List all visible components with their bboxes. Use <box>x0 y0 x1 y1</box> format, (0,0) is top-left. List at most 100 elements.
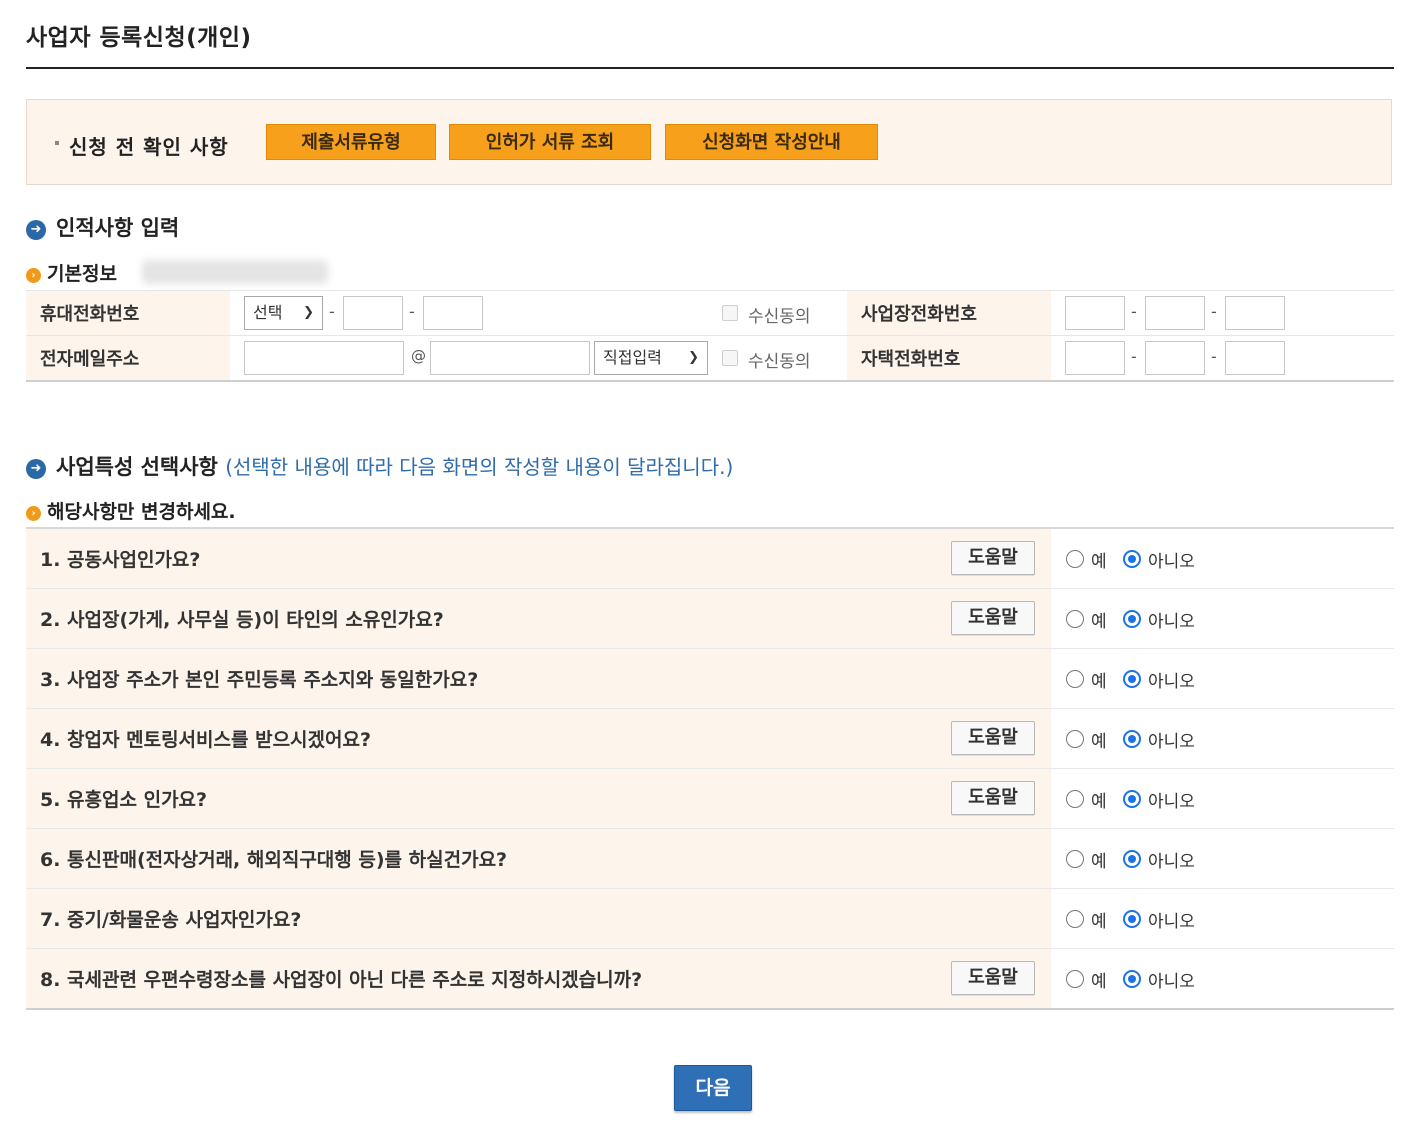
email-row: 전자메일주소 @ 직접입력 ❯ 수신동의 자택전화번호 - - <box>26 335 1394 382</box>
no-radio[interactable] <box>1123 550 1141 568</box>
business-phone-first-input[interactable] <box>1065 296 1125 330</box>
business-phone-label: 사업장전화번호 <box>847 290 1051 336</box>
mobile-consent-label: 수신동의 <box>748 307 811 327</box>
business-phone-middle-input[interactable] <box>1145 296 1205 330</box>
yes-radio[interactable] <box>1066 610 1084 628</box>
help-button[interactable]: 도움말 <box>951 541 1035 575</box>
yes-radio[interactable] <box>1066 670 1084 688</box>
email-domain-select[interactable]: 직접입력 ❯ <box>594 341 708 375</box>
permit-documents-lookup-button[interactable]: 인허가 서류 조회 <box>449 124 651 160</box>
chevron-down-icon: ❯ <box>688 350 699 365</box>
mobile-row: 휴대전화번호 선택 ❯ - - 수신동의 사업장전화번호 - - <box>26 290 1394 336</box>
help-button[interactable]: 도움말 <box>951 961 1035 995</box>
yes-label: 예 <box>1091 612 1107 632</box>
business-heading-note: (선택한 내용에 따라 다음 화면의 작성할 내용이 달라집니다.) <box>225 455 734 479</box>
pre-check-notice-box: 신청 전 확인 사항 제출서류유형 인허가 서류 조회 신청화면 작성안내 <box>26 99 1392 185</box>
basic-info-text: 기본정보 <box>47 263 117 285</box>
dash-separator: - <box>1211 302 1217 321</box>
page-title: 사업자 등록신청(개인) <box>26 25 252 51</box>
email-domain-input[interactable] <box>430 341 590 375</box>
email-at-sign: @ <box>411 347 426 365</box>
question-text: 1. 공동사업인가요? <box>40 549 201 571</box>
question-text: 7. 중기/화물운송 사업자인가요? <box>40 909 302 931</box>
question-text: 2. 사업장(가게, 사무실 등)이 타인의 소유인가요? <box>40 609 444 631</box>
basic-info-table: 휴대전화번호 선택 ❯ - - 수신동의 사업장전화번호 - - 전자메일주소 … <box>26 290 1394 382</box>
question-row: 7. 중기/화물운송 사업자인가요? 예 아니오 <box>26 888 1394 949</box>
help-button[interactable]: 도움말 <box>951 721 1035 755</box>
no-label: 아니오 <box>1148 792 1195 812</box>
yes-radio[interactable] <box>1066 970 1084 988</box>
question-row: 3. 사업장 주소가 본인 주민등록 주소지와 동일한가요? 예 아니오 <box>26 648 1394 709</box>
help-button[interactable]: 도움말 <box>951 781 1035 815</box>
mobile-middle-input[interactable] <box>343 296 403 330</box>
email-consent-checkbox[interactable] <box>722 350 738 366</box>
arrow-right-circle-icon: › <box>26 268 41 283</box>
yes-label: 예 <box>1091 972 1107 992</box>
home-phone-middle-input[interactable] <box>1145 341 1205 375</box>
mobile-consent-checkbox[interactable] <box>722 305 738 321</box>
title-divider <box>26 67 1394 69</box>
mobile-label: 휴대전화번호 <box>26 290 230 336</box>
question-text: 4. 창업자 멘토링서비스를 받으시겠어요? <box>40 729 371 751</box>
home-phone-first-input[interactable] <box>1065 341 1125 375</box>
business-phone-last-input[interactable] <box>1225 296 1285 330</box>
arrow-right-circle-icon: › <box>26 506 41 521</box>
identity-heading-text: 인적사항 입력 <box>56 216 180 240</box>
yes-label: 예 <box>1091 552 1107 572</box>
no-label: 아니오 <box>1148 972 1195 992</box>
yes-radio[interactable] <box>1066 850 1084 868</box>
question-row: 8. 국세관련 우편수령장소를 사업장이 아닌 다른 주소로 지정하시겠습니까?… <box>26 948 1394 1010</box>
home-phone-label: 자택전화번호 <box>847 335 1051 382</box>
bullet-icon <box>55 141 59 145</box>
dash-separator: - <box>409 302 415 321</box>
next-button[interactable]: 다음 <box>674 1065 752 1111</box>
no-radio[interactable] <box>1123 790 1141 808</box>
no-label: 아니오 <box>1148 852 1195 872</box>
pre-check-label: 신청 전 확인 사항 <box>69 135 229 159</box>
no-radio[interactable] <box>1123 610 1141 628</box>
no-radio[interactable] <box>1123 970 1141 988</box>
dash-separator: - <box>329 302 335 321</box>
no-label: 아니오 <box>1148 732 1195 752</box>
business-section-heading: ➜ 사업특성 선택사항 (선택한 내용에 따라 다음 화면의 작성할 내용이 달라… <box>26 451 733 481</box>
yes-radio[interactable] <box>1066 910 1084 928</box>
question-row: 4. 창업자 멘토링서비스를 받으시겠어요? 도움말 예 아니오 <box>26 708 1394 769</box>
document-types-button[interactable]: 제출서류유형 <box>266 124 436 160</box>
yes-radio[interactable] <box>1066 790 1084 808</box>
help-button[interactable]: 도움말 <box>951 601 1035 635</box>
email-label: 전자메일주소 <box>26 335 230 382</box>
yes-radio[interactable] <box>1066 730 1084 748</box>
arrow-right-circle-icon: ➜ <box>26 220 46 240</box>
question-text: 5. 유흥업소 인가요? <box>40 789 208 811</box>
dash-separator: - <box>1131 347 1137 366</box>
no-label: 아니오 <box>1148 672 1195 692</box>
arrow-right-circle-icon: ➜ <box>26 459 46 479</box>
question-row: 1. 공동사업인가요? 도움말 예 아니오 <box>26 527 1394 589</box>
question-row: 5. 유흥업소 인가요? 도움말 예 아니오 <box>26 768 1394 829</box>
change-only-subheading: › 해당사항만 변경하세요. <box>26 497 236 524</box>
no-radio[interactable] <box>1123 670 1141 688</box>
home-phone-last-input[interactable] <box>1225 341 1285 375</box>
dash-separator: - <box>1131 302 1137 321</box>
yes-radio[interactable] <box>1066 550 1084 568</box>
no-radio[interactable] <box>1123 910 1141 928</box>
business-heading-text: 사업특성 선택사항 <box>56 455 218 479</box>
identity-section-heading: ➜ 인적사항 입력 <box>26 212 179 242</box>
change-only-text: 해당사항만 변경하세요. <box>47 501 236 523</box>
email-consent-label: 수신동의 <box>748 352 811 372</box>
no-label: 아니오 <box>1148 612 1195 632</box>
question-text: 6. 통신판매(전자상거래, 해외직구대행 등)를 하실건가요? <box>40 849 508 871</box>
email-domain-select-value: 직접입력 <box>603 348 662 367</box>
mobile-prefix-value: 선택 <box>253 303 283 322</box>
no-label: 아니오 <box>1148 552 1195 572</box>
no-radio[interactable] <box>1123 850 1141 868</box>
mobile-prefix-select[interactable]: 선택 ❯ <box>244 296 323 330</box>
email-id-input[interactable] <box>244 341 404 375</box>
basic-info-subheading: › 기본정보 <box>26 259 117 286</box>
no-radio[interactable] <box>1123 730 1141 748</box>
yes-label: 예 <box>1091 792 1107 812</box>
chevron-down-icon: ❯ <box>303 305 314 320</box>
question-row: 2. 사업장(가게, 사무실 등)이 타인의 소유인가요? 도움말 예 아니오 <box>26 588 1394 649</box>
application-guide-button[interactable]: 신청화면 작성안내 <box>665 124 878 160</box>
mobile-last-input[interactable] <box>423 296 483 330</box>
